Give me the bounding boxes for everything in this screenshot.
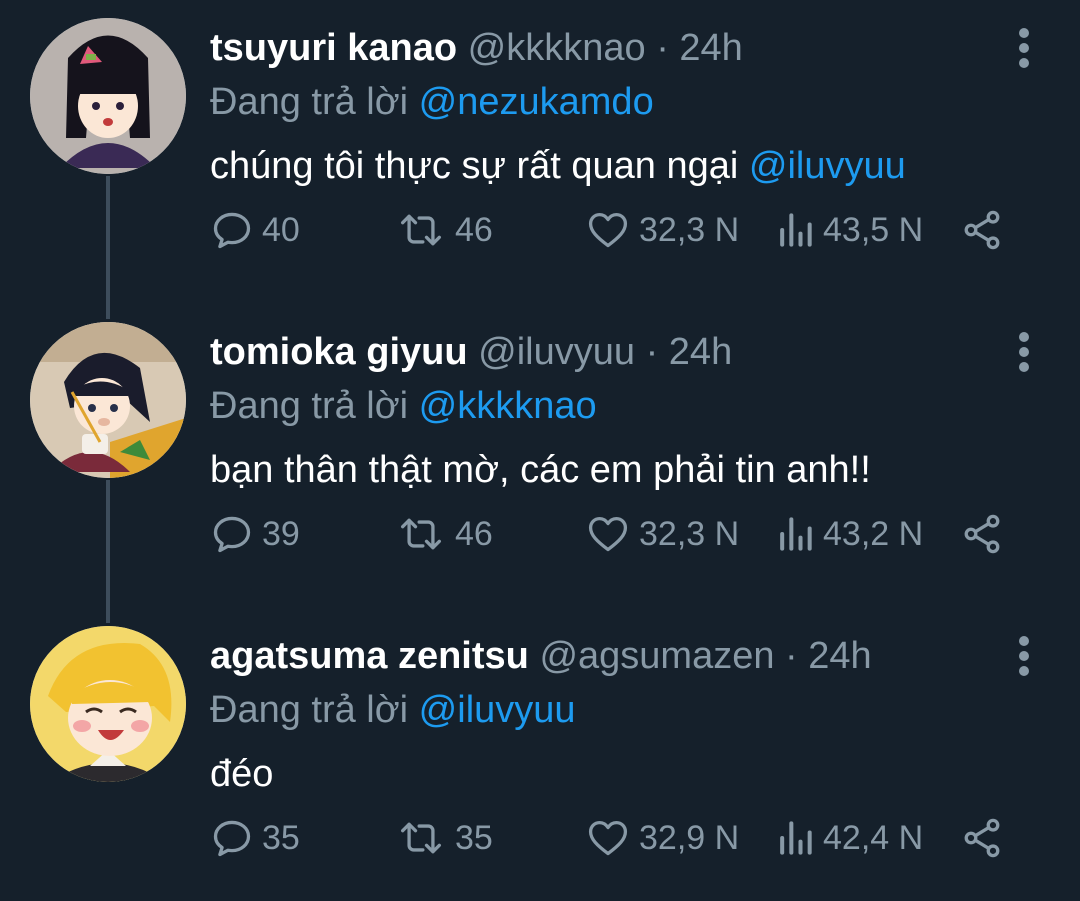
avatar[interactable] xyxy=(30,626,186,782)
like-button[interactable]: 32,9 N xyxy=(585,813,739,863)
retweet-button[interactable]: 46 xyxy=(395,509,493,559)
views-count: 43,2 N xyxy=(823,515,924,553)
avatar[interactable] xyxy=(30,18,186,174)
like-button[interactable]: 32,3 N xyxy=(585,205,739,255)
avatar-image xyxy=(30,18,186,174)
share-button[interactable] xyxy=(960,509,1004,559)
more-vertical-icon[interactable] xyxy=(1018,28,1030,68)
reply-to-mention[interactable]: @nezukamdo xyxy=(419,81,654,123)
share-icon xyxy=(964,818,1000,858)
retweet-button[interactable]: 46 xyxy=(395,205,493,255)
tweet[interactable]: agatsuma zenitsu @agsumazen · 24h Đang t… xyxy=(0,608,1080,901)
reply-prefix: Đang trả lời xyxy=(210,385,409,427)
more-vertical-icon[interactable] xyxy=(1018,332,1030,372)
reply-button[interactable]: 39 xyxy=(210,509,300,559)
separator-dot: · xyxy=(785,635,798,677)
separator-dot: · xyxy=(645,331,659,373)
tweet-text-body: chúng tôi thực sự rất quan ngại xyxy=(210,145,749,187)
views-button[interactable]: 43,5 N xyxy=(775,205,923,255)
reply-thread: tsuyuri kanao @kkkknao · 24h Đang trả lờ… xyxy=(0,0,1080,901)
heart-icon xyxy=(588,212,628,248)
retweet-count: 46 xyxy=(455,211,493,249)
heart-icon xyxy=(588,820,628,856)
retweet-button[interactable]: 35 xyxy=(395,813,493,863)
more-vertical-icon[interactable] xyxy=(1018,636,1030,676)
tweet-text: bạn thân thật mờ, các em phải tin anh!! xyxy=(210,442,1050,498)
like-count: 32,3 N xyxy=(639,515,740,553)
views-count: 43,5 N xyxy=(823,211,924,249)
share-button[interactable] xyxy=(960,813,1004,863)
reply-icon xyxy=(213,516,251,553)
tweet-text: chúng tôi thực sự rất quan ngại @iluvyuu xyxy=(210,138,1050,194)
views-icon xyxy=(780,213,812,247)
text-mention[interactable]: @iluvyuu xyxy=(749,145,906,187)
separator-dot: · xyxy=(656,27,669,69)
reply-icon xyxy=(213,820,251,857)
action-bar: 35 35 32,9 N 42,4 N xyxy=(210,813,1050,863)
retweet-count: 35 xyxy=(455,819,493,857)
tweet-text: đéo xyxy=(210,746,1050,802)
tweet[interactable]: tomioka giyuu @iluvyuu · 24h Đang trả lờ… xyxy=(0,304,1080,607)
user-handle[interactable]: @agsumazen xyxy=(539,635,774,677)
avatar-image xyxy=(30,322,186,478)
reply-to-mention[interactable]: @kkkknao xyxy=(419,385,597,427)
share-icon xyxy=(964,210,1000,250)
timestamp[interactable]: 24h xyxy=(808,635,871,677)
avatar[interactable] xyxy=(30,322,186,478)
views-button[interactable]: 43,2 N xyxy=(775,509,923,559)
display-name[interactable]: tsuyuri kanao xyxy=(210,27,457,69)
reply-count: 40 xyxy=(262,211,300,249)
tweet-text-body: bạn thân thật mờ, các em phải tin anh!! xyxy=(210,449,871,491)
retweet-count: 46 xyxy=(455,515,493,553)
retweet-icon xyxy=(401,518,441,550)
views-count: 42,4 N xyxy=(823,819,924,857)
tweet[interactable]: tsuyuri kanao @kkkknao · 24h Đang trả lờ… xyxy=(0,0,1080,303)
views-icon xyxy=(780,821,812,855)
timestamp[interactable]: 24h xyxy=(669,331,732,373)
retweet-icon xyxy=(401,822,441,854)
reply-button[interactable]: 40 xyxy=(210,205,300,255)
heart-icon xyxy=(588,516,628,552)
tweet-text-body: đéo xyxy=(210,753,274,795)
user-handle[interactable]: @kkkknao xyxy=(468,27,646,69)
like-button[interactable]: 32,3 N xyxy=(585,509,739,559)
timestamp[interactable]: 24h xyxy=(679,27,742,69)
share-button[interactable] xyxy=(960,205,1004,255)
views-button[interactable]: 42,4 N xyxy=(775,813,923,863)
like-count: 32,9 N xyxy=(639,819,740,857)
reply-button[interactable]: 35 xyxy=(210,813,300,863)
retweet-icon xyxy=(401,214,441,246)
action-bar: 40 46 32,3 N 43,5 N xyxy=(210,205,1050,255)
user-handle[interactable]: @iluvyuu xyxy=(478,331,635,373)
display-name[interactable]: agatsuma zenitsu xyxy=(210,635,529,677)
reply-icon xyxy=(213,212,251,249)
reply-count: 39 xyxy=(262,515,300,553)
share-icon xyxy=(964,514,1000,554)
action-bar: 39 46 32,3 N 43,2 N xyxy=(210,509,1050,559)
display-name[interactable]: tomioka giyuu xyxy=(210,331,468,373)
reply-to-mention[interactable]: @iluvyuu xyxy=(419,689,576,731)
avatar-image xyxy=(30,626,186,782)
views-icon xyxy=(780,517,812,551)
reply-prefix: Đang trả lời xyxy=(210,689,409,731)
reply-prefix: Đang trả lời xyxy=(210,81,409,123)
reply-count: 35 xyxy=(262,819,300,857)
like-count: 32,3 N xyxy=(639,211,740,249)
